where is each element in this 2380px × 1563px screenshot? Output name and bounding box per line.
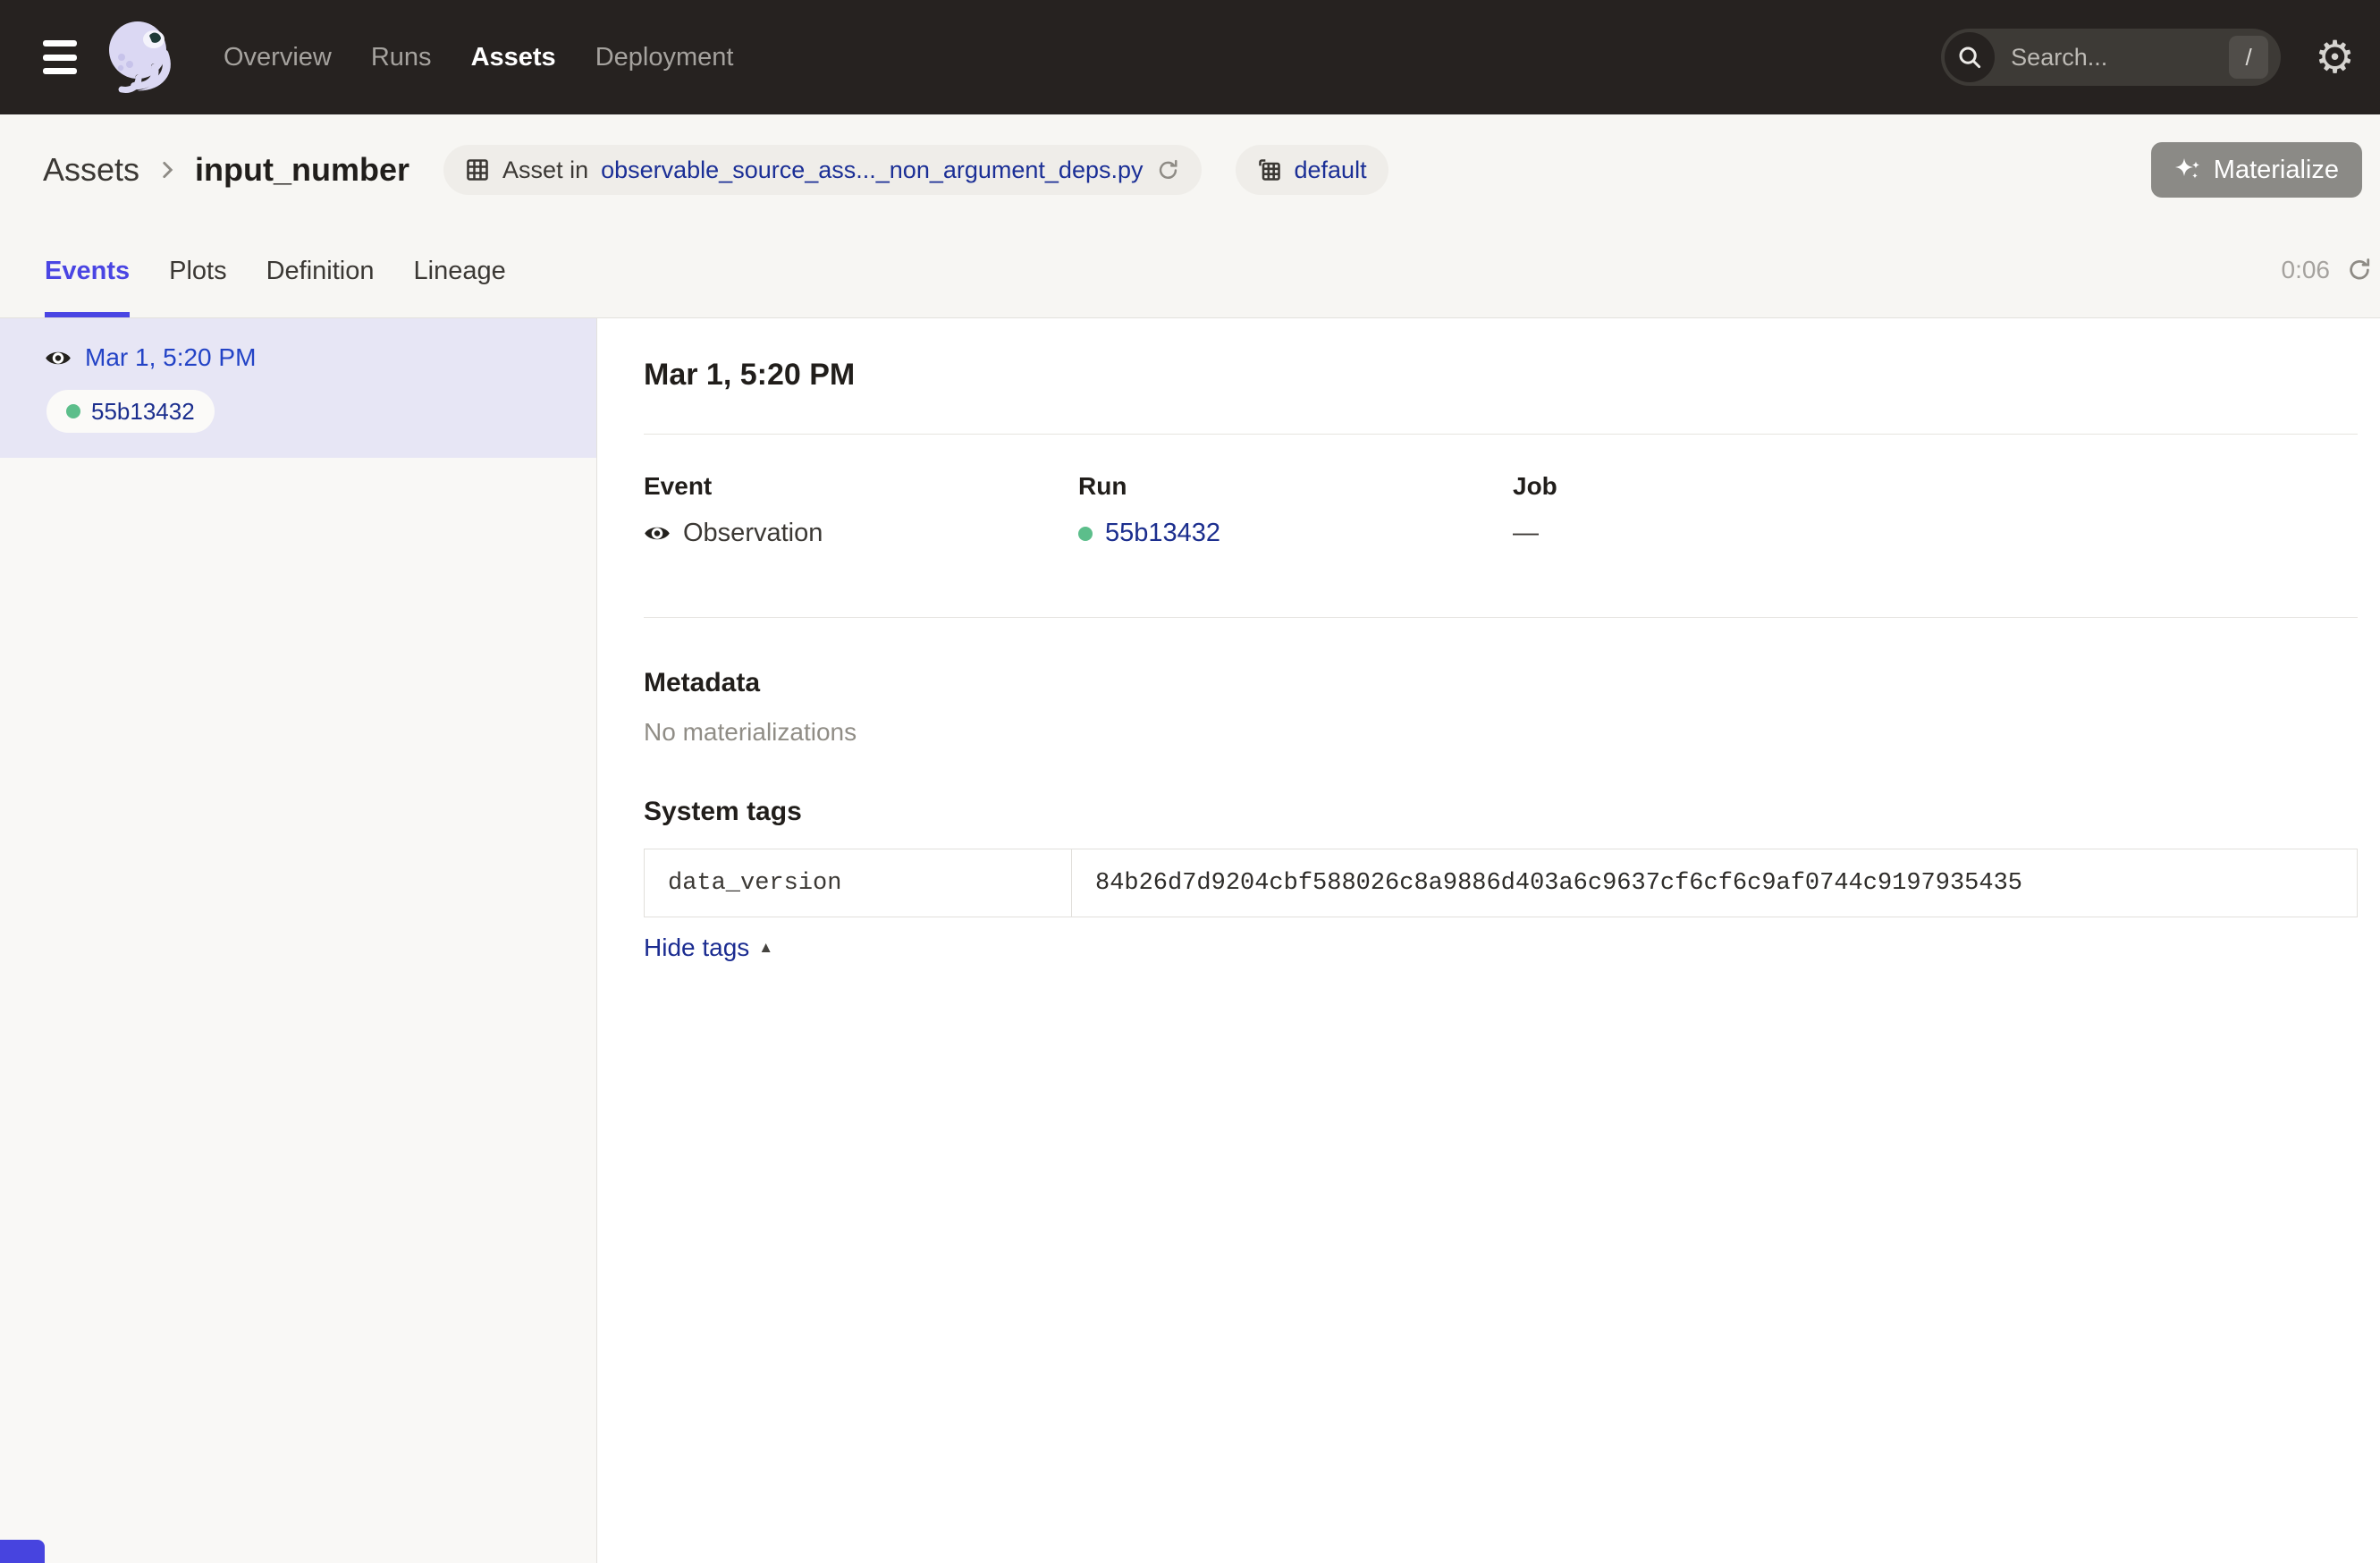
reload-definition-icon[interactable]: [1156, 158, 1180, 182]
search-shortcut-key: /: [2229, 36, 2268, 79]
asset-in-label: Asset in: [502, 156, 588, 184]
system-tags-table: data_version 84b26d7d9204cbf588026c8a988…: [644, 849, 2358, 917]
observation-eye-icon: [45, 349, 72, 368]
search-input[interactable]: [2011, 44, 2229, 72]
asset-grid-icon: [465, 157, 490, 182]
nav-item-assets[interactable]: Assets: [471, 43, 556, 72]
tag-key-cell: data_version: [645, 849, 1072, 917]
refresh-zone: 0:06: [2282, 225, 2374, 317]
asset-header: Assets input_number Asset in observable_…: [0, 114, 2380, 225]
materialize-button[interactable]: Materialize: [2151, 142, 2362, 198]
hide-tags-label: Hide tags: [644, 934, 749, 962]
bottom-left-accent: [0, 1540, 45, 1563]
nav-item-runs[interactable]: Runs: [371, 43, 432, 72]
metadata-empty-text: No materializations: [644, 718, 2358, 747]
observation-eye-icon: [644, 524, 671, 543]
event-detail-panel: Mar 1, 5:20 PM Event Observation: [597, 318, 2380, 1563]
dagster-logo-icon[interactable]: [100, 14, 186, 100]
system-tags-heading: System tags: [644, 797, 2358, 827]
asset-file-link[interactable]: observable_source_ass..._non_argument_de…: [601, 156, 1143, 184]
refresh-countdown: 0:06: [2282, 256, 2331, 284]
event-timestamp-link[interactable]: Mar 1, 5:20 PM: [85, 343, 256, 372]
event-detail-title: Mar 1, 5:20 PM: [644, 358, 2358, 393]
event-run-pill[interactable]: 55b13432: [46, 390, 215, 433]
asset-tabs: Events Plots Definition Lineage 0:06: [0, 225, 2380, 318]
tab-definition[interactable]: Definition: [266, 225, 375, 317]
nav-item-overview[interactable]: Overview: [224, 43, 332, 72]
primary-nav: Overview Runs Assets Deployment: [224, 43, 733, 72]
job-empty-value: —: [1513, 519, 1539, 548]
event-list-item-selected[interactable]: Mar 1, 5:20 PM 55b13432: [0, 318, 596, 458]
breadcrumb-assets-link[interactable]: Assets: [43, 151, 139, 189]
tab-events[interactable]: Events: [45, 225, 130, 317]
hide-tags-link[interactable]: Hide tags ▲: [644, 934, 773, 962]
settings-gear-icon[interactable]: ⚙: [2315, 35, 2355, 80]
sparkle-icon: [2174, 156, 2203, 184]
job-column-label: Job: [1513, 472, 1947, 501]
run-column-label: Run: [1078, 472, 1513, 501]
menu-icon[interactable]: [43, 40, 77, 74]
run-id-link[interactable]: 55b13432: [1105, 519, 1220, 548]
event-run-id: 55b13432: [91, 398, 195, 426]
top-nav: Overview Runs Assets Deployment / ⚙: [0, 0, 2380, 114]
search-box[interactable]: /: [1941, 29, 2281, 86]
run-column: Run 55b13432: [1078, 472, 1513, 548]
content-area: Mar 1, 5:20 PM 55b13432 Mar 1, 5:20 PM E…: [0, 318, 2380, 1563]
chevron-right-icon: [156, 158, 179, 182]
code-location-pill: default: [1236, 145, 1388, 195]
search-icon: [1945, 32, 1995, 82]
code-location-link[interactable]: default: [1295, 156, 1367, 184]
event-column: Event Observation: [644, 472, 1078, 548]
nav-item-deployment[interactable]: Deployment: [595, 43, 734, 72]
refresh-icon[interactable]: [2346, 257, 2373, 283]
run-status-dot: [1078, 527, 1093, 541]
metadata-heading: Metadata: [644, 668, 2358, 698]
tag-value-cell: 84b26d7d9204cbf588026c8a9886d403a6c9637c…: [1072, 849, 2357, 917]
materialize-label: Materialize: [2214, 156, 2339, 185]
triangle-up-icon: ▲: [758, 939, 773, 957]
run-status-dot: [66, 404, 80, 418]
event-list-sidebar: Mar 1, 5:20 PM 55b13432: [0, 318, 597, 1563]
event-type-value: Observation: [683, 519, 823, 548]
tab-lineage[interactable]: Lineage: [414, 225, 506, 317]
code-location-icon: [1257, 157, 1282, 182]
event-column-label: Event: [644, 472, 1078, 501]
asset-name: input_number: [195, 151, 409, 189]
asset-definition-pill: Asset in observable_source_ass..._non_ar…: [443, 145, 1201, 195]
job-column: Job —: [1513, 472, 1947, 548]
tab-plots[interactable]: Plots: [169, 225, 226, 317]
